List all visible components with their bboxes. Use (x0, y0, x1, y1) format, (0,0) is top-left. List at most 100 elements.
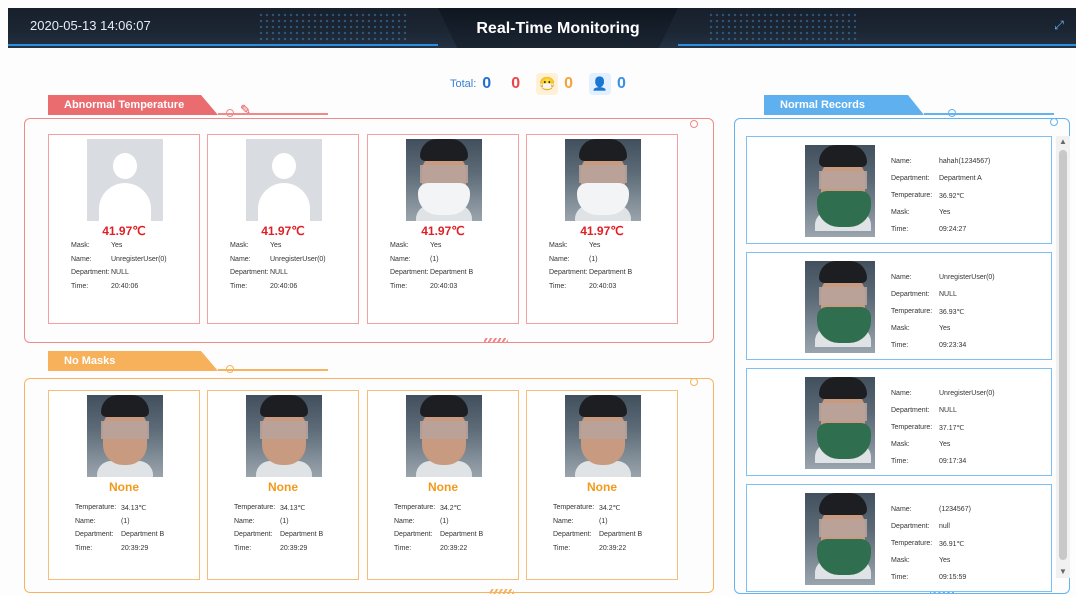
abnormal-card[interactable]: 41.97℃ Mask: Yes Name: UnregisterUser(0) D… (207, 134, 359, 324)
header-decoration-right (708, 12, 858, 44)
normal-record-card[interactable]: Name: UnregisterUser(0) Department: NULL T… (746, 368, 1052, 476)
time-value: 09:15:59 (939, 574, 967, 581)
department-value: Department B (440, 531, 484, 539)
no-masks-heading: No Masks (48, 351, 218, 371)
abnormal-temperature-heading: Abnormal Temperature (48, 95, 218, 115)
summary-bar: Total: 0 🌡 0 😷 0 👤 0 (450, 72, 636, 183)
search-icon[interactable] (690, 378, 698, 386)
normal-record-card[interactable]: Name: hahah(1234567) Department: Departmen… (746, 136, 1052, 244)
temperature-value: 41.97℃ (580, 224, 624, 238)
name-value: UnregisterUser(0) (939, 390, 995, 397)
mask-value: Yes (939, 209, 951, 216)
normal-records-heading: Normal Records (764, 95, 924, 115)
face-photo (565, 139, 641, 221)
no-mask-count: 0 (564, 75, 574, 92)
department-value: NULL (939, 407, 957, 414)
normal-records-scrollbar[interactable]: ▲ ▼ (1056, 136, 1070, 578)
face-photo (805, 493, 875, 585)
header-bar: 2020-05-13 14:06:07 Real-Time Monitoring… (8, 8, 1076, 48)
header-decoration-left (258, 12, 408, 44)
time-value: 09:17:34 (939, 458, 967, 465)
scrollbar-thumb[interactable] (1059, 150, 1067, 560)
name-value: (1) (430, 255, 439, 263)
mask-value: Yes (939, 325, 951, 332)
temperature-value: 36.91℃ (939, 540, 965, 548)
time-value: 09:24:27 (939, 226, 967, 233)
no-mask-card[interactable]: None Temperature: 34.13℃ Name: (1) Departm… (207, 390, 359, 580)
time-value: 20:39:29 (280, 544, 308, 552)
department-value: Department B (599, 531, 643, 539)
temperature-value: 41.97℃ (102, 224, 146, 238)
temperature-value: 34.2℃ (599, 504, 621, 512)
normal-record-card[interactable]: Name: UnregisterUser(0) Department: NULL T… (746, 252, 1052, 360)
mask-status: None (587, 480, 617, 494)
time-value: 20:40:06 (270, 282, 298, 290)
person-icon: 👤 (589, 73, 612, 95)
abnormal-card[interactable]: 41.97℃ Mask: Yes Name: UnregisterUser(0) D… (48, 134, 200, 324)
face-photo (406, 139, 482, 221)
department-value: Department B (430, 269, 474, 277)
name-value: UnregisterUser(0) (939, 274, 995, 281)
avatar-placeholder (246, 139, 322, 221)
mask-value: Yes (939, 441, 951, 448)
face-photo (565, 395, 641, 477)
normal-record-card[interactable]: Name: (1234567) Department: null Temperatu… (746, 484, 1052, 592)
face-photo (805, 145, 875, 237)
temperature-value: 41.97℃ (421, 224, 465, 238)
time-value: 20:40:06 (111, 282, 139, 290)
temperature-value: 34.13℃ (280, 504, 306, 512)
name-value: (1) (121, 517, 130, 525)
time-value: 09:23:34 (939, 342, 967, 349)
temperature-value: 36.92℃ (939, 192, 965, 200)
temperature-value: 41.97℃ (261, 224, 305, 238)
total-count: 0 (482, 75, 492, 92)
department-value: null (939, 523, 950, 530)
page-title: Real-Time Monitoring (476, 20, 640, 37)
temperature-value: 34.2℃ (440, 504, 462, 512)
no-mask-card[interactable]: None Temperature: 34.13℃ Name: (1) Departm… (48, 390, 200, 580)
face-photo (805, 261, 875, 353)
no-mask-card[interactable]: None Temperature: 34.2℃ Name: (1) Departme… (367, 390, 519, 580)
normal-count: 0 (617, 75, 626, 92)
mask-status: None (268, 480, 298, 494)
mask-value: Yes (430, 242, 442, 250)
face-photo (246, 395, 322, 477)
mask-value: Yes (589, 242, 601, 250)
mask-value: Yes (270, 242, 282, 250)
time-value: 20:40:03 (430, 282, 458, 290)
time-value: 20:39:29 (121, 544, 149, 552)
mask-value: Yes (111, 242, 123, 250)
name-value: (1234567) (939, 506, 971, 513)
department-value: NULL (939, 291, 957, 298)
mask-value: Yes (939, 557, 951, 564)
name-value: (1) (440, 517, 449, 525)
name-value: (1) (280, 517, 289, 525)
thermometer-icon: ✎ (240, 102, 251, 117)
mask-icon: 😷 (536, 73, 559, 95)
department-value: NULL (111, 269, 129, 277)
time-value: 20:39:22 (599, 544, 627, 552)
name-value: UnregisterUser(0) (270, 255, 326, 263)
fullscreen-icon[interactable]: ⤢ (1052, 18, 1066, 32)
total-label: Total: (450, 78, 477, 90)
temperature-value: 34.13℃ (121, 504, 147, 512)
current-datetime: 2020-05-13 14:06:07 (30, 18, 151, 33)
mask-status: None (428, 480, 458, 494)
abnormal-temperature-count: 0 (511, 75, 521, 92)
face-photo (87, 395, 163, 477)
no-mask-card[interactable]: None Temperature: 34.2℃ Name: (1) Departme… (526, 390, 678, 580)
avatar-placeholder (87, 139, 163, 221)
search-icon[interactable] (690, 120, 698, 128)
temperature-value: 36.93℃ (939, 308, 965, 316)
temperature-value: 37.17℃ (939, 424, 965, 432)
department-value: NULL (270, 269, 288, 277)
name-value: (1) (599, 517, 608, 525)
mask-status: None (109, 480, 139, 494)
abnormal-card[interactable]: 41.97℃ Mask: Yes Name: (1) Department: Depa… (526, 134, 678, 324)
name-value: hahah(1234567) (939, 158, 991, 165)
chevron-down-icon[interactable]: ▼ (1056, 566, 1070, 578)
chevron-up-icon[interactable]: ▲ (1056, 136, 1070, 148)
abnormal-card[interactable]: 41.97℃ Mask: Yes Name: (1) Department: Depa… (367, 134, 519, 324)
department-value: Department B (121, 531, 165, 539)
search-icon[interactable] (1050, 118, 1058, 126)
